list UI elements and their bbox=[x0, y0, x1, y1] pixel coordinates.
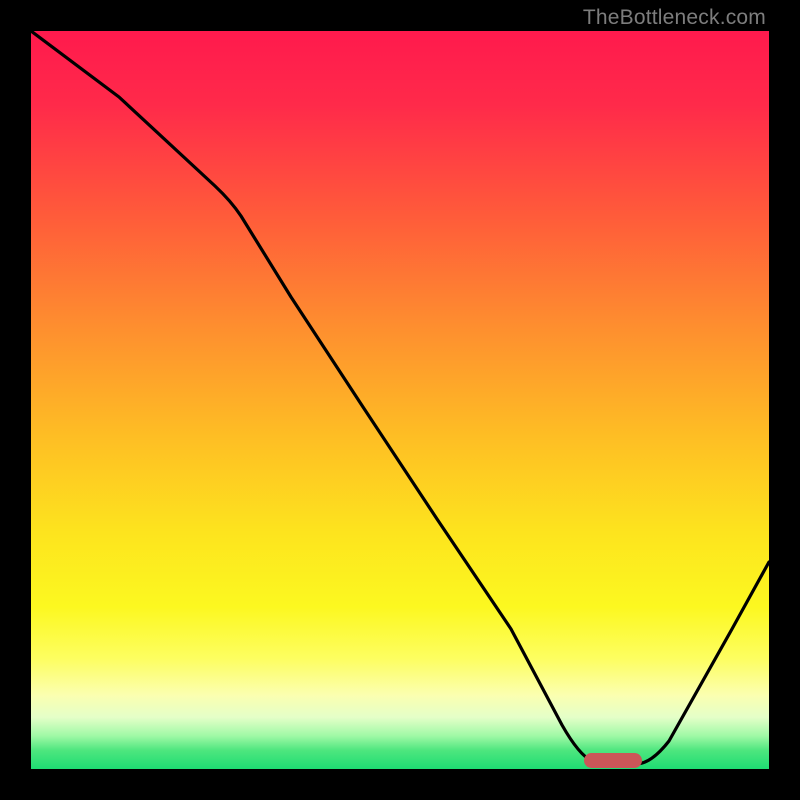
bottleneck-curve bbox=[31, 31, 769, 764]
watermark-text: TheBottleneck.com bbox=[583, 6, 766, 30]
plot-area bbox=[31, 31, 769, 769]
optimum-marker bbox=[584, 753, 642, 768]
chart-frame: TheBottleneck.com bbox=[0, 0, 800, 800]
chart-svg bbox=[31, 31, 769, 769]
